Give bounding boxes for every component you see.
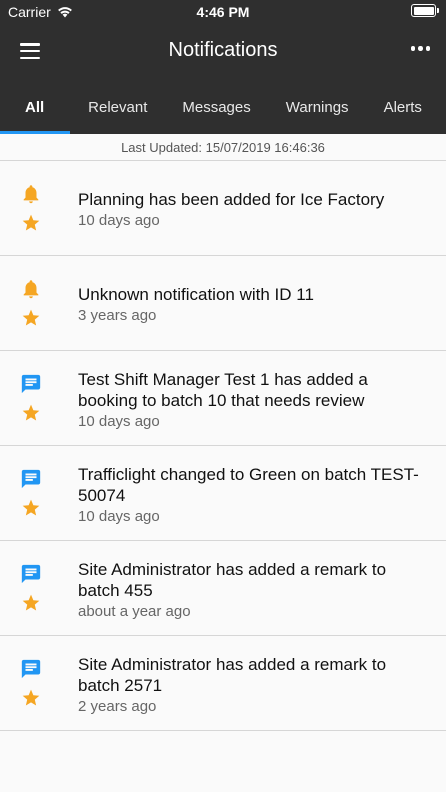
message-icon <box>21 564 41 584</box>
list-item[interactable]: Trafficlight changed to Green on batch T… <box>0 446 446 541</box>
more-options-icon[interactable] <box>410 46 430 51</box>
app-header: Carrier 4:46 PM Notifications All Releva… <box>0 0 446 134</box>
notification-title: Trafficlight changed to Green on batch T… <box>78 465 419 505</box>
message-icon <box>21 659 41 679</box>
notification-list: Planning has been added for Ice Factory … <box>0 161 446 731</box>
tab-warnings[interactable]: Warnings <box>286 92 349 134</box>
notification-time: 3 years ago <box>78 307 157 324</box>
tab-relevant[interactable]: Relevant <box>88 92 147 134</box>
star-icon[interactable] <box>21 213 41 233</box>
star-icon[interactable] <box>21 688 41 708</box>
app-bar: Notifications <box>0 24 446 80</box>
star-icon[interactable] <box>21 403 41 423</box>
notification-time: 10 days ago <box>78 212 160 229</box>
tab-bar: All Relevant Messages Warnings Alerts <box>0 92 446 134</box>
list-item[interactable]: Unknown notification with ID 11 3 years … <box>0 256 446 351</box>
tab-messages[interactable]: Messages <box>182 92 250 134</box>
last-updated-label: Last Updated: 15/07/2019 16:46:36 <box>0 134 446 161</box>
list-item[interactable]: Site Administrator has added a remark to… <box>0 636 446 731</box>
notification-time: 10 days ago <box>78 508 160 525</box>
star-icon[interactable] <box>21 498 41 518</box>
notification-title: Site Administrator has added a remark to… <box>78 560 387 600</box>
page-title: Notifications <box>168 39 278 61</box>
list-item[interactable]: Planning has been added for Ice Factory … <box>0 161 446 256</box>
star-icon[interactable] <box>21 308 41 328</box>
list-item[interactable]: Test Shift Manager Test 1 has added a bo… <box>0 351 446 446</box>
bell-icon <box>23 185 39 204</box>
list-item[interactable]: Site Administrator has added a remark to… <box>0 541 446 636</box>
notification-title: Planning has been added for Ice Factory <box>78 190 385 209</box>
bell-icon <box>23 280 39 299</box>
tab-all[interactable]: All <box>0 92 71 134</box>
message-icon <box>21 469 41 489</box>
notification-title: Unknown notification with ID 11 <box>78 285 314 304</box>
notification-title: Site Administrator has added a remark to… <box>78 655 387 695</box>
status-time: 4:46 PM <box>196 4 250 20</box>
notification-time: about a year ago <box>78 603 191 620</box>
notification-time: 10 days ago <box>78 413 160 430</box>
notification-title: Test Shift Manager Test 1 has added a bo… <box>78 370 368 410</box>
notification-time: 2 years ago <box>78 698 157 715</box>
tab-alerts[interactable]: Alerts <box>384 92 422 134</box>
star-icon[interactable] <box>21 593 41 613</box>
status-bar: Carrier 4:46 PM <box>0 0 446 24</box>
message-icon <box>21 374 41 394</box>
battery-icon <box>411 4 439 17</box>
